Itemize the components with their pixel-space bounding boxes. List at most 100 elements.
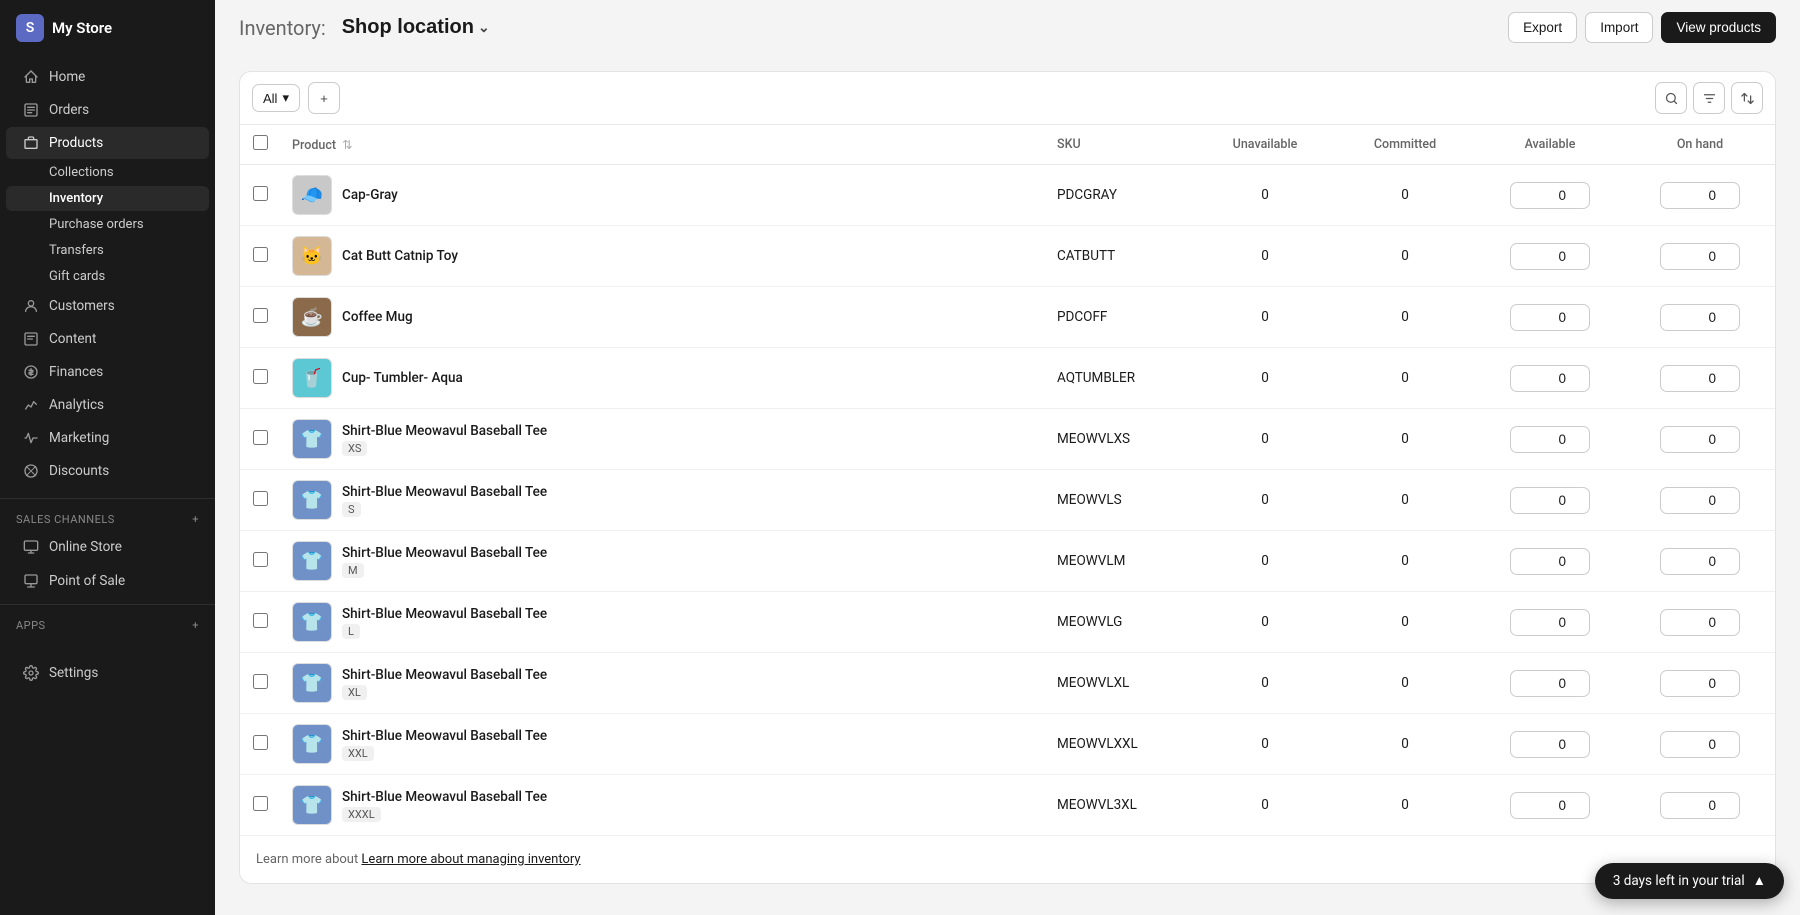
sidebar-item-gift-cards[interactable]: Gift cards <box>6 264 209 289</box>
online-store-label: Online Store <box>49 539 122 555</box>
row-checkbox[interactable] <box>253 369 268 384</box>
sku-value: PDCOFF <box>1057 309 1107 325</box>
import-button[interactable]: Import <box>1585 12 1653 43</box>
on-hand-input[interactable] <box>1660 792 1740 819</box>
available-cell <box>1475 287 1625 348</box>
on-hand-column-header: On hand <box>1625 125 1775 165</box>
sidebar-item-content[interactable]: Content <box>6 323 209 355</box>
analytics-icon <box>22 396 40 414</box>
sidebar-item-customers[interactable]: Customers <box>6 290 209 322</box>
sidebar-item-transfers[interactable]: Transfers <box>6 238 209 263</box>
available-input[interactable] <box>1510 182 1590 209</box>
page-title-prefix: Inventory: <box>239 16 326 40</box>
row-checkbox-cell <box>240 409 280 470</box>
sku-value: MEOWVLG <box>1057 614 1122 630</box>
row-checkbox[interactable] <box>253 796 268 811</box>
sidebar-item-marketing[interactable]: Marketing <box>6 422 209 454</box>
sidebar-item-online-store[interactable]: Online Store <box>6 531 209 563</box>
product-name: Shirt-Blue Meowavul Baseball Tee <box>342 484 547 500</box>
product-column-header[interactable]: Product ⇅ <box>280 125 1045 165</box>
sidebar-item-analytics[interactable]: Analytics <box>6 389 209 421</box>
on-hand-input[interactable] <box>1660 182 1740 209</box>
on-hand-input[interactable] <box>1660 609 1740 636</box>
trial-banner[interactable]: 3 days left in your trial ▲ <box>1595 863 1784 899</box>
on-hand-input[interactable] <box>1660 365 1740 392</box>
main-area: Inventory: Shop location ⌄ Export Import… <box>215 0 1800 915</box>
sidebar-item-collections[interactable]: Collections <box>6 160 209 185</box>
unavailable-value: 0 <box>1261 797 1269 813</box>
row-checkbox[interactable] <box>253 491 268 506</box>
available-input[interactable] <box>1510 304 1590 331</box>
unavailable-column-header: Unavailable <box>1195 125 1335 165</box>
search-button[interactable] <box>1655 82 1687 114</box>
add-filter-button[interactable]: + <box>308 82 340 114</box>
export-button[interactable]: Export <box>1508 12 1577 43</box>
row-checkbox[interactable] <box>253 552 268 567</box>
row-checkbox[interactable] <box>253 186 268 201</box>
all-filter-button[interactable]: All ▾ <box>252 84 300 112</box>
row-checkbox[interactable] <box>253 430 268 445</box>
sidebar-logo[interactable]: S My Store <box>0 0 215 56</box>
available-input[interactable] <box>1510 426 1590 453</box>
apps-toggle-icon[interactable]: + <box>192 619 199 632</box>
row-checkbox[interactable] <box>253 308 268 323</box>
on-hand-cell <box>1625 226 1775 287</box>
product-variant: XXXL <box>342 807 381 822</box>
available-input[interactable] <box>1510 609 1590 636</box>
on-hand-input[interactable] <box>1660 487 1740 514</box>
unavailable-value: 0 <box>1261 736 1269 752</box>
available-input[interactable] <box>1510 731 1590 758</box>
product-variant: M <box>342 563 364 578</box>
on-hand-input[interactable] <box>1660 548 1740 575</box>
filter-options-button[interactable] <box>1693 82 1725 114</box>
sidebar-item-inventory[interactable]: Inventory <box>6 186 209 211</box>
location-chevron-icon: ⌄ <box>478 19 490 36</box>
view-products-button[interactable]: View products <box>1661 12 1776 43</box>
sales-channels-header: Sales channels + <box>0 505 215 530</box>
available-input[interactable] <box>1510 792 1590 819</box>
sort-button[interactable] <box>1731 82 1763 114</box>
available-input[interactable] <box>1510 548 1590 575</box>
on-hand-input[interactable] <box>1660 731 1740 758</box>
on-hand-input[interactable] <box>1660 304 1740 331</box>
on-hand-input[interactable] <box>1660 670 1740 697</box>
sidebar-item-home[interactable]: Home <box>6 61 209 93</box>
sidebar-item-purchase-orders[interactable]: Purchase orders <box>6 212 209 237</box>
sidebar: S My Store Home Orders Products Collecti… <box>0 0 215 915</box>
all-filter-label: All <box>263 91 277 106</box>
available-input[interactable] <box>1510 670 1590 697</box>
row-checkbox[interactable] <box>253 674 268 689</box>
sku-value: MEOWVL3XL <box>1057 797 1137 813</box>
sidebar-item-settings[interactable]: Settings <box>6 657 209 689</box>
product-cell: 👕 Shirt-Blue Meowavul Baseball Tee XS <box>280 409 1045 470</box>
sales-channels-toggle-icon[interactable]: + <box>192 513 199 526</box>
add-filter-icon: + <box>320 91 328 106</box>
sidebar-item-pos[interactable]: Point of Sale <box>6 565 209 597</box>
available-input[interactable] <box>1510 487 1590 514</box>
sidebar-item-discounts[interactable]: Discounts <box>6 455 209 487</box>
unavailable-cell: 0 <box>1195 470 1335 531</box>
product-variant: S <box>342 502 361 517</box>
available-cell <box>1475 592 1625 653</box>
available-input[interactable] <box>1510 365 1590 392</box>
row-checkbox[interactable] <box>253 735 268 750</box>
sidebar-item-orders[interactable]: Orders <box>6 94 209 126</box>
on-hand-input[interactable] <box>1660 426 1740 453</box>
available-input[interactable] <box>1510 243 1590 270</box>
row-checkbox[interactable] <box>253 613 268 628</box>
product-cell: 👕 Shirt-Blue Meowavul Baseball Tee XXXL <box>280 775 1045 836</box>
row-checkbox[interactable] <box>253 247 268 262</box>
product-name: Shirt-Blue Meowavul Baseball Tee <box>342 667 547 683</box>
location-name: Shop location <box>342 16 474 39</box>
sidebar-item-products[interactable]: Products <box>6 127 209 159</box>
sidebar-item-finances[interactable]: Finances <box>6 356 209 388</box>
managing-inventory-link[interactable]: Learn more about managing inventory <box>361 852 580 867</box>
table-row: 🥤 Cup- Tumbler- Aqua AQTUMBLER 0 0 <box>240 348 1775 409</box>
row-checkbox-cell <box>240 226 280 287</box>
select-all-checkbox[interactable] <box>253 135 268 150</box>
table-row: 👕 Shirt-Blue Meowavul Baseball Tee XXL M… <box>240 714 1775 775</box>
on-hand-input[interactable] <box>1660 243 1740 270</box>
on-hand-cell <box>1625 653 1775 714</box>
location-selector-button[interactable]: Shop location ⌄ <box>336 14 496 41</box>
customers-icon <box>22 297 40 315</box>
